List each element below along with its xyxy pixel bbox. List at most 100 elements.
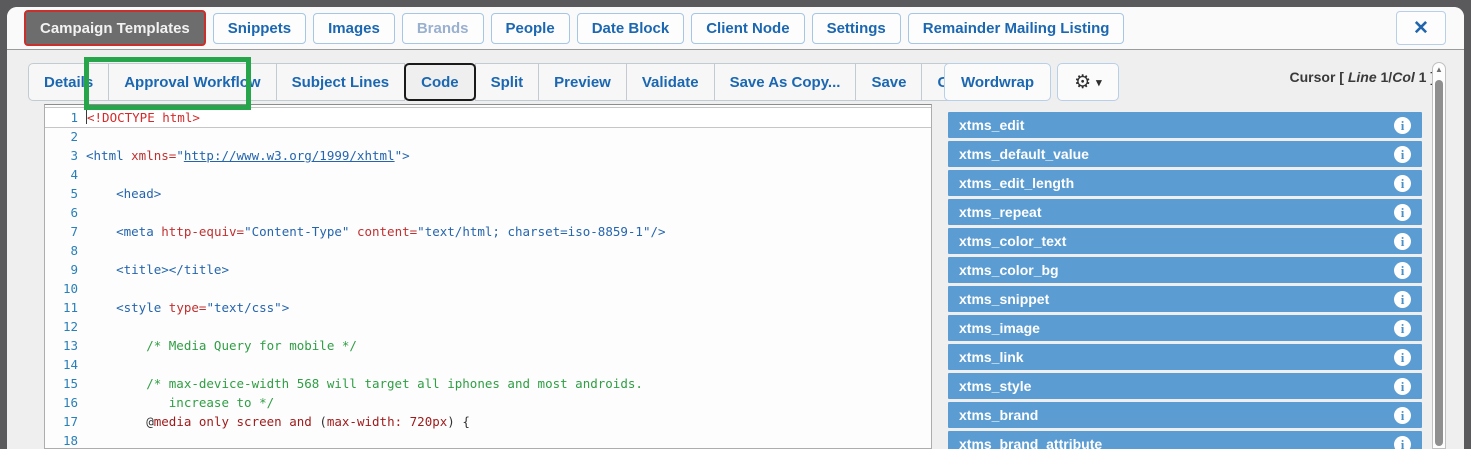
- details-button[interactable]: Details: [28, 63, 109, 101]
- tag-item-xtms-style[interactable]: xtms_stylei: [948, 373, 1422, 399]
- tag-item-label: xtms_link: [959, 349, 1024, 365]
- tab-remainder-mailing-listing[interactable]: Remainder Mailing Listing: [908, 13, 1125, 44]
- info-icon[interactable]: i: [1394, 349, 1411, 366]
- split-button[interactable]: Split: [475, 63, 540, 101]
- wordwrap-button[interactable]: Wordwrap: [944, 63, 1051, 101]
- code-text: [86, 355, 931, 374]
- line-number: 17: [45, 412, 86, 431]
- info-icon[interactable]: i: [1394, 117, 1411, 134]
- tab-snippets[interactable]: Snippets: [213, 13, 306, 44]
- code-line[interactable]: 4: [45, 165, 931, 184]
- tag-item-xtms-brand-attribute[interactable]: xtms_brand_attributei: [948, 431, 1422, 449]
- code-line[interactable]: 12: [45, 317, 931, 336]
- editor-action-button-group: DetailsApproval WorkflowSubject LinesCod…: [28, 63, 994, 101]
- info-icon[interactable]: i: [1394, 320, 1411, 337]
- settings-dropdown-button[interactable]: ⚙ ▾: [1057, 63, 1119, 101]
- code-line[interactable]: 2: [45, 127, 931, 146]
- scrollbar-thumb[interactable]: [1435, 80, 1443, 446]
- info-icon[interactable]: i: [1394, 146, 1411, 163]
- line-number: 8: [45, 241, 86, 260]
- tag-item-xtms-color-text[interactable]: xtms_color_text i: [948, 228, 1422, 254]
- tab-campaign-templates[interactable]: Campaign Templates: [24, 10, 206, 46]
- line-number: 1: [45, 108, 86, 127]
- code-text: @media only screen and (max-width: 720px…: [86, 412, 931, 431]
- code-line[interactable]: 10: [45, 279, 931, 298]
- info-icon[interactable]: i: [1394, 175, 1411, 192]
- tag-item-xtms-repeat[interactable]: xtms_repeat i: [948, 199, 1422, 225]
- code-editor[interactable]: 1<!DOCTYPE html>23<html xmlns="http://ww…: [44, 104, 932, 449]
- tag-item-label: xtms_repeat: [959, 204, 1042, 220]
- code-line[interactable]: 16 increase to */: [45, 393, 931, 412]
- line-number: 14: [45, 355, 86, 374]
- scroll-up-arrow-icon[interactable]: ▲: [1433, 63, 1445, 77]
- line-number: 13: [45, 336, 86, 355]
- code-line[interactable]: 5 <head>: [45, 184, 931, 203]
- info-icon[interactable]: i: [1394, 378, 1411, 395]
- subject-lines-button[interactable]: Subject Lines: [276, 63, 406, 101]
- code-text: [86, 203, 931, 222]
- tag-item-label: xtms_image: [959, 320, 1040, 336]
- save-as-copy-button[interactable]: Save As Copy...: [714, 63, 857, 101]
- code-line[interactable]: 17 @media only screen and (max-width: 72…: [45, 412, 931, 431]
- tab-brands: Brands: [402, 13, 484, 44]
- save-button[interactable]: Save: [855, 63, 922, 101]
- tag-item-xtms-link[interactable]: xtms_link i: [948, 344, 1422, 370]
- validate-button[interactable]: Validate: [626, 63, 715, 101]
- tag-item-xtms-brand[interactable]: xtms_brand i: [948, 402, 1422, 428]
- tag-item-xtms-edit[interactable]: xtms_editi: [948, 112, 1422, 138]
- tab-date-block[interactable]: Date Block: [577, 13, 685, 44]
- line-number: 10: [45, 279, 86, 298]
- info-icon[interactable]: i: [1394, 262, 1411, 279]
- code-text: [86, 279, 931, 298]
- code-text: [86, 165, 931, 184]
- tab-client-node[interactable]: Client Node: [691, 13, 804, 44]
- line-number: 2: [45, 127, 86, 146]
- info-icon[interactable]: i: [1394, 407, 1411, 424]
- tab-people[interactable]: People: [491, 13, 570, 44]
- code-line[interactable]: 9 <title></title>: [45, 260, 931, 279]
- module-tab-bar: Campaign TemplatesSnippetsImagesBrandsPe…: [7, 7, 1464, 50]
- info-icon[interactable]: i: [1394, 436, 1411, 449]
- code-line[interactable]: 7 <meta http-equiv="Content-Type" conten…: [45, 222, 931, 241]
- tab-settings[interactable]: Settings: [812, 13, 901, 44]
- code-text: increase to */: [86, 393, 931, 412]
- code-text: <style type="text/css">: [86, 298, 931, 317]
- line-number: 5: [45, 184, 86, 203]
- code-line[interactable]: 11 <style type="text/css">: [45, 298, 931, 317]
- code-button[interactable]: Code: [404, 63, 476, 101]
- code-line[interactable]: 6: [45, 203, 931, 222]
- tag-item-xtms-color-bg[interactable]: xtms_color_bgi: [948, 257, 1422, 283]
- preview-button[interactable]: Preview: [538, 63, 627, 101]
- line-number: 9: [45, 260, 86, 279]
- code-line[interactable]: 3<html xmlns="http://www.w3.org/1999/xht…: [45, 146, 931, 165]
- close-button[interactable]: ✕: [1396, 11, 1446, 45]
- line-number: 6: [45, 203, 86, 222]
- code-text: [86, 241, 931, 260]
- code-text: /* Media Query for mobile */: [86, 336, 931, 355]
- tag-item-xtms-default-value[interactable]: xtms_default_valuei: [948, 141, 1422, 167]
- code-line[interactable]: 13 /* Media Query for mobile */: [45, 336, 931, 355]
- code-line[interactable]: 18: [45, 431, 931, 449]
- vertical-scrollbar[interactable]: ▲: [1432, 62, 1446, 449]
- info-icon[interactable]: i: [1394, 204, 1411, 221]
- code-line[interactable]: 14: [45, 355, 931, 374]
- approval-workflow-button[interactable]: Approval Workflow: [108, 63, 276, 101]
- info-icon[interactable]: i: [1394, 233, 1411, 250]
- code-line[interactable]: 1<!DOCTYPE html>: [45, 108, 931, 127]
- editor-tools: Wordwrap ⚙ ▾: [944, 63, 1119, 101]
- info-icon[interactable]: i: [1394, 291, 1411, 308]
- tag-item-xtms-edit-length[interactable]: xtms_edit_lengthi: [948, 170, 1422, 196]
- line-number: 15: [45, 374, 86, 393]
- tag-item-label: xtms_color_text: [959, 233, 1066, 249]
- tag-item-label: xtms_brand: [959, 407, 1038, 423]
- code-line[interactable]: 8: [45, 241, 931, 260]
- tag-item-xtms-image[interactable]: xtms_image i: [948, 315, 1422, 341]
- line-number: 12: [45, 317, 86, 336]
- code-line[interactable]: 15 /* max-device-width 568 will target a…: [45, 374, 931, 393]
- tag-item-xtms-snippet[interactable]: xtms_snippeti: [948, 286, 1422, 312]
- line-number: 11: [45, 298, 86, 317]
- code-text: <head>: [86, 184, 931, 203]
- tab-images[interactable]: Images: [313, 13, 395, 44]
- line-number: 18: [45, 431, 86, 449]
- line-number: 16: [45, 393, 86, 412]
